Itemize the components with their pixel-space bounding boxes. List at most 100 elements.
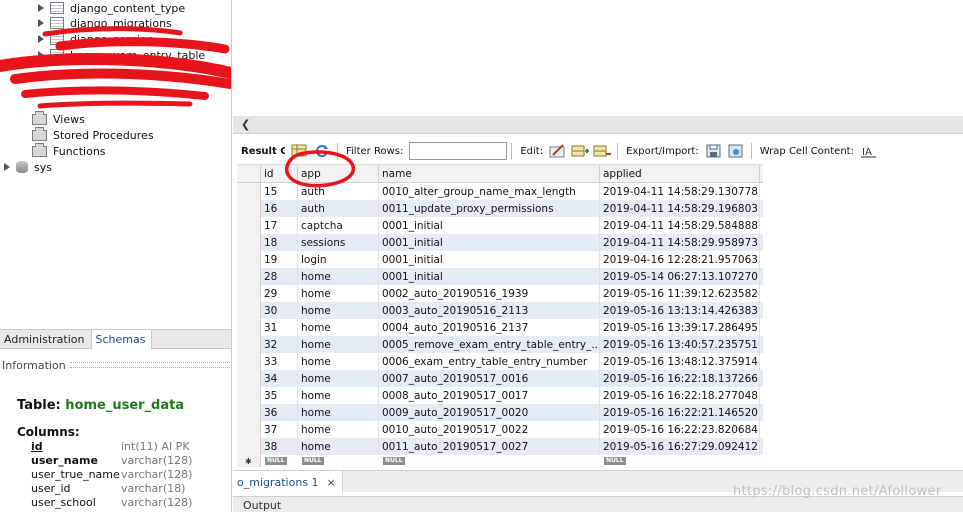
cell-name[interactable]: 0001_initial — [379, 217, 600, 234]
tree-folder-functions[interactable]: Functions — [32, 142, 106, 159]
tree-schema-sys[interactable]: sys — [4, 159, 52, 175]
delete-row-icon[interactable] — [593, 143, 612, 159]
tab-schemas[interactable]: Schemas — [90, 330, 153, 349]
cell-app[interactable]: home — [298, 438, 379, 455]
cell-app[interactable]: auth — [298, 183, 379, 200]
row-gutter[interactable] — [237, 370, 261, 387]
cell-applied[interactable]: 2019-05-16 13:40:57.235751 — [600, 336, 760, 353]
export-icon[interactable] — [705, 143, 723, 159]
row-gutter[interactable] — [237, 353, 261, 370]
insert-row-icon[interactable] — [571, 143, 590, 159]
null-cell[interactable]: NULL — [600, 455, 760, 467]
table-row[interactable]: 36 home 0009_auto_20190517_0020 2019-05-16 … — [237, 404, 763, 421]
cell-id[interactable]: 32 — [261, 336, 298, 353]
table-row[interactable]: 28 home 0001_initial 2019-05-14 06:27:13.10… — [237, 268, 763, 285]
row-gutter[interactable] — [237, 319, 261, 336]
refresh-icon[interactable] — [313, 143, 331, 159]
cell-name[interactable]: 0010_alter_group_name_max_length — [379, 183, 600, 200]
cell-app[interactable]: home — [298, 319, 379, 336]
row-gutter[interactable] — [237, 438, 261, 455]
cell-id[interactable]: 19 — [261, 251, 298, 268]
table-row[interactable]: 15 auth 0010_alter_group_name_max_length 20… — [237, 183, 763, 200]
cell-name[interactable]: 0005_remove_exam_entry_table_entry_... — [379, 336, 600, 353]
cell-applied[interactable]: 2019-05-16 16:22:23.820684 — [600, 421, 760, 438]
row-gutter[interactable] — [237, 251, 261, 268]
cell-applied[interactable]: 2019-05-16 13:48:12.375914 — [600, 353, 760, 370]
cell-applied[interactable]: 2019-05-14 06:27:13.107270 — [600, 268, 760, 285]
tab-administration[interactable]: Administration — [0, 330, 91, 349]
cell-name[interactable]: 0006_exam_entry_table_entry_number — [379, 353, 600, 370]
cell-name[interactable]: 0011_update_proxy_permissions — [379, 200, 600, 217]
cell-applied[interactable]: 2019-05-16 11:39:12.623582 — [600, 285, 760, 302]
cell-applied[interactable]: 2019-05-16 16:27:29.092412 — [600, 438, 760, 455]
table-row[interactable]: 29 home 0002_auto_20190516_1939 2019-05-16 … — [237, 285, 763, 302]
cell-name[interactable]: 0008_auto_20190517_0017 — [379, 387, 600, 404]
cell-name[interactable]: 0009_auto_20190517_0020 — [379, 404, 600, 421]
table-row[interactable]: 31 home 0004_auto_20190516_2137 2019-05-16 … — [237, 319, 763, 336]
column-header-applied[interactable]: applied — [600, 165, 760, 182]
cell-app[interactable]: login — [298, 251, 379, 268]
close-icon[interactable]: × — [327, 476, 336, 489]
cell-applied[interactable]: 2019-04-11 14:58:29.196803 — [600, 200, 760, 217]
cell-name[interactable]: 0002_auto_20190516_1939 — [379, 285, 600, 302]
table-row[interactable]: 33 home 0006_exam_entry_table_entry_number… — [237, 353, 763, 370]
cell-app[interactable]: home — [298, 302, 379, 319]
tree-folder-views[interactable]: Views — [32, 110, 85, 127]
null-cell[interactable]: NULL — [379, 455, 600, 467]
cell-app[interactable]: captcha — [298, 217, 379, 234]
table-row[interactable]: 35 home 0008_auto_20190517_0017 2019-05-16 … — [237, 387, 763, 404]
cell-name[interactable]: 0001_initial — [379, 251, 600, 268]
cell-id[interactable]: 16 — [261, 200, 298, 217]
result-grid-label[interactable]: Result Grid — [241, 146, 285, 157]
tree-table-item[interactable]: django_content_type — [38, 0, 185, 16]
row-gutter[interactable] — [237, 387, 261, 404]
table-row[interactable]: 30 home 0003_auto_20190516_2113 2019-05-16 … — [237, 302, 763, 319]
chevron-left-icon[interactable]: ❮ — [241, 118, 250, 131]
column-header-id[interactable]: id — [261, 165, 298, 182]
null-cell[interactable]: NULL — [261, 455, 298, 467]
row-gutter[interactable] — [237, 217, 261, 234]
cell-id[interactable]: 28 — [261, 268, 298, 285]
table-row[interactable]: 18 sessions 0001_initial 2019-04-11 14:58:2… — [237, 234, 763, 251]
import-icon[interactable] — [727, 143, 745, 159]
column-header-app[interactable]: app — [298, 165, 379, 182]
cell-id[interactable]: 33 — [261, 353, 298, 370]
cell-app[interactable]: home — [298, 268, 379, 285]
row-gutter[interactable] — [237, 234, 261, 251]
cell-name[interactable]: 0001_initial — [379, 268, 600, 285]
row-gutter[interactable] — [237, 200, 261, 217]
table-row[interactable]: 16 auth 0011_update_proxy_permissions 2019-… — [237, 200, 763, 217]
cell-app[interactable]: home — [298, 353, 379, 370]
cell-applied[interactable]: 2019-05-16 16:22:21.146520 — [600, 404, 760, 421]
cell-id[interactable]: 29 — [261, 285, 298, 302]
tab-result-migrations[interactable]: o_migrations 1 × — [233, 471, 343, 493]
cell-id[interactable]: 35 — [261, 387, 298, 404]
cell-applied[interactable]: 2019-04-11 14:58:29.958973 — [600, 234, 760, 251]
cell-name[interactable]: 0007_auto_20190517_0016 — [379, 370, 600, 387]
grid-view-icon[interactable] — [291, 143, 309, 159]
cell-app[interactable]: sessions — [298, 234, 379, 251]
wrap-cell-icon[interactable]: IA — [860, 143, 878, 159]
cell-name[interactable]: 0003_auto_20190516_2113 — [379, 302, 600, 319]
cell-applied[interactable]: 2019-04-11 14:58:29.584888 — [600, 217, 760, 234]
table-row[interactable]: 37 home 0010_auto_20190517_0022 2019-05-16 … — [237, 421, 763, 438]
cell-name[interactable]: 0010_auto_20190517_0022 — [379, 421, 600, 438]
cell-id[interactable]: 38 — [261, 438, 298, 455]
cell-id[interactable]: 18 — [261, 234, 298, 251]
cell-app[interactable]: auth — [298, 200, 379, 217]
cell-app[interactable]: home — [298, 370, 379, 387]
tree-folder-stored-procedures[interactable]: Stored Procedures — [32, 126, 154, 143]
row-gutter[interactable] — [237, 336, 261, 353]
cell-app[interactable]: home — [298, 285, 379, 302]
cell-app[interactable]: home — [298, 336, 379, 353]
cell-applied[interactable]: 2019-04-16 12:28:21.957063 — [600, 251, 760, 268]
cell-id[interactable]: 31 — [261, 319, 298, 336]
new-row[interactable]: ✱ NULL NULL NULL NULL — [237, 455, 763, 467]
cell-applied[interactable]: 2019-05-16 13:39:17.286495 — [600, 319, 760, 336]
edit-row-icon[interactable] — [549, 143, 567, 159]
row-gutter[interactable] — [237, 268, 261, 285]
row-gutter[interactable] — [237, 404, 261, 421]
cell-id[interactable]: 34 — [261, 370, 298, 387]
cell-applied[interactable]: 2019-05-16 16:22:18.137266 — [600, 370, 760, 387]
expand-arrow-icon[interactable] — [38, 4, 44, 12]
